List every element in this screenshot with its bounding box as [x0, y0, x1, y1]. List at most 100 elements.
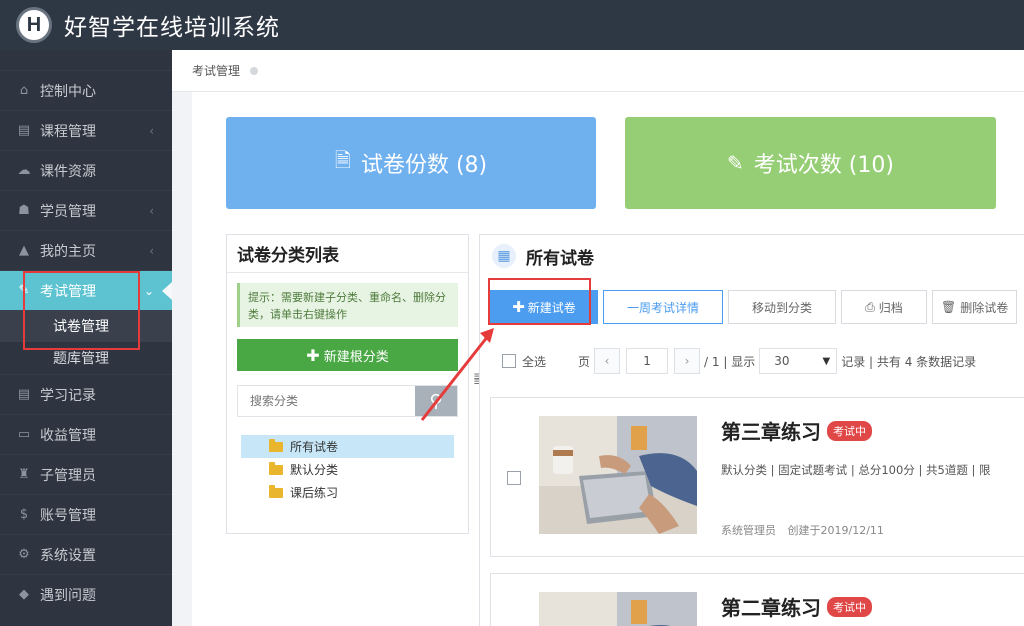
button-label: 删除试卷 — [960, 300, 1009, 315]
sidebar-item-account[interactable]: $ 账号管理 — [0, 494, 172, 534]
search-button[interactable]: ⚲ — [415, 386, 457, 416]
card-checkbox[interactable] — [507, 471, 521, 485]
plus-icon: ✚ — [306, 345, 320, 365]
exam-toolbar: ✚ 新建试卷 一周考试详情 移动到分类 ⎙ 归档 🗑 删除试卷 — [490, 290, 1022, 324]
tip-box: 提示：需要新建子分类、重命名、删除分类，请单击右键操作 — [237, 283, 458, 327]
category-search: ⚲ — [237, 385, 458, 417]
exam-card[interactable]: 第二章练习 考试中 — [490, 573, 1024, 626]
tree-item-label: 课后练习 — [290, 486, 339, 500]
home-icon: ⌂ — [19, 83, 29, 98]
delete-paper-button[interactable]: 🗑 删除试卷 — [932, 290, 1018, 324]
button-label: 归档 — [878, 300, 903, 315]
book-icon: ▤ — [17, 123, 31, 138]
folder-icon — [269, 484, 283, 498]
sidebar-item-label: 控制中心 — [40, 83, 96, 100]
content-area: 考试管理 🗎 试卷份数 (8) ✎ 考试次数 (10) 试卷分类列表 提示：需要… — [172, 50, 1024, 626]
app-window: H 好智学在线培训系统 ⌂ 控制中心 ▤ 课程管理 ‹ ☁ 课件资源 ☗ 学员管… — [0, 0, 1024, 626]
select-all-label: 全选 — [522, 354, 547, 369]
new-root-category-button[interactable]: ✚ 新建根分类 — [237, 339, 458, 371]
card-icon: ▭ — [17, 427, 31, 442]
stat-label: 试卷份数 (8) — [360, 153, 488, 178]
folder-icon — [269, 461, 283, 475]
sidebar-item-learning-records[interactable]: ▤ 学习记录 — [0, 374, 172, 414]
search-icon: ⚲ — [429, 390, 443, 412]
sidebar-item-settings[interactable]: ⚙ 系统设置 — [0, 534, 172, 574]
folder-icon — [269, 438, 283, 452]
sidebar-item-control-center[interactable]: ⌂ 控制中心 — [0, 70, 172, 110]
chevron-down-icon: ⌄ — [143, 283, 154, 298]
select-all-checkbox[interactable] — [502, 354, 516, 368]
exam-title: 第三章练习 — [721, 420, 821, 444]
active-indicator — [162, 282, 172, 300]
exam-panel-header: ▦ 所有试卷 — [480, 235, 1024, 277]
logo-icon: H — [16, 7, 52, 43]
chevron-down-icon: ▼ — [822, 355, 831, 367]
record-summary: 记录 | 共有 4 条数据记录 — [841, 354, 977, 369]
status-badge: 考试中 — [827, 596, 872, 617]
sidebar: ⌂ 控制中心 ▤ 课程管理 ‹ ☁ 课件资源 ☗ 学员管理 ‹ ▲ 我的主页 ‹… — [0, 50, 172, 626]
chevron-left-icon: ‹ — [149, 123, 154, 138]
sidebar-item-homepage[interactable]: ▲ 我的主页 ‹ — [0, 230, 172, 270]
tree-item-after-class[interactable]: 课后练习 — [241, 481, 454, 504]
exam-card-title[interactable]: 第二章练习 考试中 — [721, 592, 872, 621]
exam-title: 第二章练习 — [721, 596, 821, 620]
users-icon: ☗ — [18, 203, 30, 218]
new-paper-button[interactable]: ✚ 新建试卷 — [490, 290, 598, 324]
graduation-cap-icon: ▲ — [19, 243, 29, 258]
tag-icon: ◆ — [19, 587, 29, 602]
top-bar: H 好智学在线培训系统 — [0, 0, 1024, 50]
breadcrumb-label[interactable]: 考试管理 — [192, 62, 240, 79]
tree-item-default[interactable]: 默认分类 — [241, 458, 454, 481]
exam-created: 创建于2019/12/11 — [787, 524, 884, 537]
page-size-select[interactable]: 30 ▼ — [759, 348, 838, 374]
sidebar-subitem-question-bank[interactable]: 题库管理 — [0, 342, 172, 374]
stat-card-papers[interactable]: 🗎 试卷份数 (8) — [226, 117, 596, 209]
category-tree: 所有试卷 默认分类 课后练习 — [241, 435, 454, 504]
move-to-category-button[interactable]: 移动到分类 — [728, 290, 836, 324]
sidebar-subitem-label: 题库管理 — [53, 351, 109, 367]
sidebar-subitem-paper-management[interactable]: 试卷管理 — [0, 310, 172, 342]
exam-card-title[interactable]: 第三章练习 考试中 — [721, 416, 872, 445]
button-label: 移动到分类 — [751, 300, 812, 315]
sidebar-item-exams[interactable]: ✎ 考试管理 ⌄ — [0, 270, 172, 310]
next-page-button[interactable]: › — [674, 348, 701, 374]
gear-icon: ⚙ — [18, 547, 30, 562]
grid-icon: ▦ — [492, 244, 516, 268]
sidebar-item-resources[interactable]: ☁ 课件资源 — [0, 150, 172, 190]
stat-card-exams[interactable]: ✎ 考试次数 (10) — [625, 117, 996, 209]
lock-icon: ♜ — [18, 467, 30, 482]
sidebar-item-help[interactable]: ◆ 遇到问题 — [0, 574, 172, 614]
sidebar-item-sub-admins[interactable]: ♜ 子管理员 — [0, 454, 172, 494]
sidebar-item-label: 系统设置 — [40, 547, 96, 564]
sidebar-item-students[interactable]: ☗ 学员管理 ‹ — [0, 190, 172, 230]
chevron-left-icon: ‹ — [149, 243, 154, 258]
app-title: 好智学在线培训系统 — [64, 15, 280, 41]
edit-icon: ✎ — [727, 151, 744, 175]
exam-panel-title: 所有试卷 — [526, 248, 594, 269]
sidebar-item-label: 收益管理 — [40, 427, 96, 444]
exam-card[interactable]: 第三章练习 考试中 默认分类 | 固定试题考试 | 总分100分 | 共5道题 … — [490, 397, 1024, 557]
sidebar-item-courses[interactable]: ▤ 课程管理 ‹ — [0, 110, 172, 150]
sidebar-item-label: 考试管理 — [40, 283, 96, 300]
tree-item-all-papers[interactable]: 所有试卷 — [241, 435, 454, 458]
exam-panel: ▦ 所有试卷 ✚ 新建试卷 一周考试详情 移动到分类 ⎙ 归档 🗑 删除试卷 全… — [479, 234, 1024, 626]
dot-icon — [250, 66, 259, 75]
exam-thumbnail[interactable] — [539, 416, 697, 534]
button-label: 新建试卷 — [527, 300, 576, 315]
weekly-details-button[interactable]: 一周考试详情 — [603, 290, 723, 324]
printer-icon: ⎙ — [865, 299, 875, 314]
document-icon: 🗎 — [334, 148, 351, 172]
main-panel: 🗎 试卷份数 (8) ✎ 考试次数 (10) 试卷分类列表 提示：需要新建子分类… — [192, 92, 1024, 626]
tree-item-label: 所有试卷 — [290, 440, 339, 454]
button-label: 新建根分类 — [323, 349, 389, 365]
prev-page-button[interactable]: ‹ — [594, 348, 621, 374]
sidebar-item-label: 课件资源 — [40, 163, 96, 180]
category-search-input[interactable] — [238, 386, 415, 416]
archive-button[interactable]: ⎙ 归档 — [841, 290, 927, 324]
page-input[interactable]: 1 — [626, 348, 669, 374]
dollar-icon: $ — [19, 507, 29, 522]
tree-item-label: 默认分类 — [290, 463, 339, 477]
laptop-photo-image — [539, 592, 697, 626]
exam-thumbnail[interactable] — [539, 592, 697, 626]
sidebar-item-revenue[interactable]: ▭ 收益管理 — [0, 414, 172, 454]
